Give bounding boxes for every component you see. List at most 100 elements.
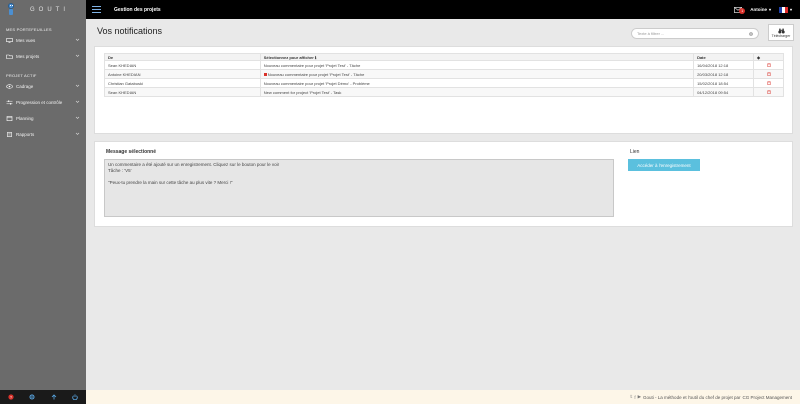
table-header-row: De Sélectionnez pour afficher ℹ Date ◆ — [104, 53, 784, 61]
link-label: Lien — [630, 149, 640, 155]
sidebar-item-progression[interactable]: Progression et contrôle — [0, 94, 86, 110]
chevron-down-icon — [75, 132, 80, 135]
chevron-down-icon — [75, 116, 80, 119]
table-row[interactable]: Sean KHEDIAN Nouveau commentaire pour pro… — [104, 60, 784, 70]
twitter-icon[interactable]: 𝕥 — [630, 394, 632, 400]
header-date[interactable]: Date — [693, 53, 754, 61]
selected-message-panel: Message sélectionné Un commentaire a été… — [94, 141, 793, 227]
sidebar-item-label: Rapports — [16, 131, 35, 137]
brand-name: GOUTI — [30, 7, 69, 13]
message-cell[interactable]: Nouveau commentaire pour projet 'Projet … — [259, 78, 695, 88]
sender-cell: Antoine KHEDIAN — [104, 69, 261, 79]
youtube-icon[interactable]: ▶ — [638, 394, 641, 400]
actions-cell — [753, 60, 784, 70]
message-text: Nouveau commentaire pour projet 'Projet … — [267, 71, 365, 77]
message-cell[interactable]: New comment for project 'Projet Test' - … — [259, 87, 695, 97]
settings-icon[interactable] — [29, 394, 35, 400]
sidebar-item-label: Cadrage — [16, 83, 34, 89]
sidebar: GOUTI Mes portefeuilles Mes vues Mes pro… — [0, 0, 86, 404]
document-icon — [6, 131, 13, 137]
section-title-active-project: Projet actif — [6, 73, 37, 78]
table-row[interactable]: Antoine KHEDIAN Nouveau commentaire pour … — [104, 69, 784, 79]
footer-company-link[interactable]: CG Project Management — [742, 395, 792, 400]
download-label: Télécharger — [771, 33, 791, 38]
trash-icon[interactable] — [766, 81, 771, 85]
brand[interactable]: GOUTI — [0, 0, 86, 20]
calendar-icon — [6, 115, 13, 121]
message-cell[interactable]: Nouveau commentaire pour projet 'Projet … — [259, 69, 695, 79]
header-sort[interactable]: ◆ — [753, 53, 784, 61]
sidebar-item-label: Mes projets — [16, 53, 40, 59]
table-row[interactable]: Christian Gatabuski Nouveau commentaire p… — [104, 78, 784, 88]
facebook-icon[interactable]: f — [634, 395, 635, 400]
clear-icon[interactable] — [749, 31, 753, 36]
eye-icon — [6, 83, 13, 89]
message-text: Nouveau commentaire pour projet 'Projet … — [263, 62, 361, 68]
sidebar-item-rapports[interactable]: Rapports — [0, 126, 86, 142]
footer-text: Gouti - La méthode et l'outil du chef de… — [643, 394, 741, 400]
sidebar-item-label: Progression et contrôle — [16, 99, 63, 105]
sender-cell: Sean KHEDIAN — [104, 60, 261, 70]
notification-badge: 1 — [739, 7, 746, 14]
download-button[interactable]: Télécharger — [768, 24, 794, 41]
sidebar-item-cadrage[interactable]: Cadrage — [0, 78, 86, 94]
actions-cell — [753, 69, 784, 79]
main-content: Vos notifications Texte à filtrer ... Té… — [86, 19, 800, 390]
help-icon[interactable]: ? — [8, 394, 14, 400]
selected-message-text[interactable]: Un commentaire a été ajouté sur un enreg… — [104, 159, 614, 217]
sidebar-item-label: Mes vues — [16, 37, 36, 43]
menu-icon[interactable] — [92, 6, 101, 13]
unread-dot-icon — [263, 72, 267, 76]
sidebar-item-mes-vues[interactable]: Mes vues — [0, 32, 86, 48]
chevron-down-icon — [75, 38, 80, 41]
filter-input[interactable]: Texte à filtrer ... — [631, 28, 759, 39]
actions-cell — [753, 87, 784, 97]
power-icon[interactable] — [72, 394, 78, 400]
header-selection[interactable]: Sélectionnez pour afficher ℹ — [259, 53, 695, 61]
caret-down-icon: ▾ — [768, 7, 771, 12]
chevron-down-icon — [75, 84, 80, 87]
actions-cell — [753, 78, 784, 88]
message-text: Nouveau commentaire pour projet 'Projet … — [263, 80, 370, 86]
french-flag-icon — [778, 6, 788, 13]
user-name: Antoine — [750, 7, 767, 12]
sidebar-item-planning[interactable]: Planning — [0, 110, 86, 126]
table-row[interactable]: Sean KHEDIAN New comment for project 'Pro… — [104, 87, 784, 97]
upload-icon[interactable] — [51, 394, 57, 400]
sidebar-bottom-bar: ? — [0, 390, 86, 404]
monitor-icon — [6, 37, 13, 43]
chevron-down-icon — [75, 100, 80, 103]
caret-down-icon: ▾ — [789, 7, 792, 12]
date-cell: 04/12/2018 09:54 — [693, 87, 754, 97]
sender-cell: Christian Gatabuski — [104, 78, 261, 88]
app-title: Gestion des projets — [114, 6, 161, 13]
folder-icon — [6, 54, 13, 59]
trash-icon[interactable] — [766, 63, 771, 67]
date-cell: 20/03/2018 12:18 — [693, 69, 754, 79]
header-de[interactable]: De — [104, 53, 261, 61]
sidebar-item-mes-projets[interactable]: Mes projets — [0, 48, 86, 64]
message-cell[interactable]: Nouveau commentaire pour projet 'Projet … — [259, 60, 695, 70]
info-icon: ℹ — [314, 54, 317, 60]
sidebar-item-label: Planning — [16, 115, 34, 121]
selected-message-label: Message sélectionné — [106, 149, 157, 155]
notifications-panel: De Sélectionnez pour afficher ℹ Date ◆ S… — [94, 46, 793, 134]
sort-icon: ◆ — [757, 54, 761, 60]
section-title-portfolios: Mes portefeuilles — [6, 27, 52, 32]
sliders-icon — [6, 100, 13, 105]
trash-icon[interactable] — [766, 90, 771, 94]
date-cell: 15/02/2018 18:54 — [693, 78, 754, 88]
notifications-button[interactable]: 1 — [734, 6, 746, 14]
header-selection-label: Sélectionnez pour afficher — [263, 54, 314, 60]
access-record-button[interactable]: Accéder à l'enregistrement — [628, 159, 700, 171]
message-text: New comment for project 'Projet Test' - … — [263, 89, 342, 95]
filter-placeholder: Texte à filtrer ... — [637, 31, 665, 36]
trash-icon[interactable] — [766, 72, 771, 76]
user-menu[interactable]: Antoine ▾ — [750, 7, 771, 12]
footer: 𝕥 f ▶ Gouti - La méthode et l'outil du c… — [86, 390, 800, 404]
date-cell: 16/04/2018 12:18 — [693, 60, 754, 70]
language-selector[interactable]: ▾ — [778, 6, 792, 13]
sender-cell: Sean KHEDIAN — [104, 87, 261, 97]
notifications-body: Sean KHEDIAN Nouveau commentaire pour pro… — [104, 60, 784, 97]
chevron-down-icon — [75, 54, 80, 57]
